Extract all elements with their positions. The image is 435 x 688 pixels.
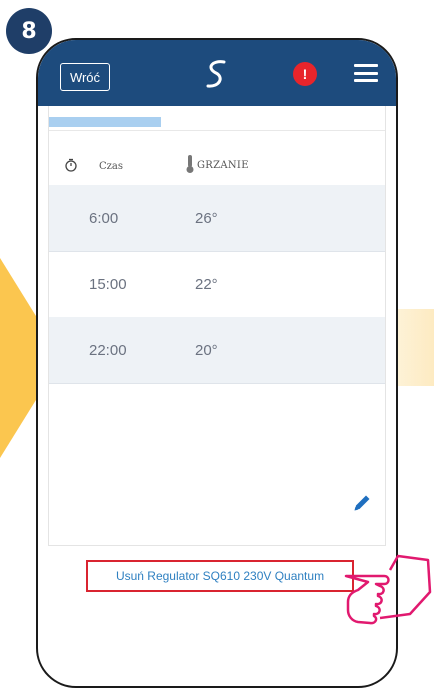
stopwatch-icon (65, 158, 77, 172)
alert-icon[interactable]: ! (293, 62, 317, 86)
remove-device-link[interactable]: Usuń Regulator SQ610 230V Quantum (116, 569, 324, 583)
schedule-row[interactable]: 22:00 20° (49, 317, 385, 384)
edit-pencil-icon[interactable] (351, 492, 373, 514)
column-header-time: Czas (99, 161, 124, 172)
step-badge: 8 (6, 8, 52, 54)
pointing-hand-icon (344, 554, 432, 625)
row-temperature: 22° (195, 275, 218, 293)
row-temperature: 20° (195, 341, 218, 359)
row-time: 6:00 (89, 209, 119, 227)
app-logo-icon (206, 60, 226, 88)
column-header-mode: GRZANIE (197, 160, 249, 171)
back-button[interactable]: Wróć (60, 63, 110, 91)
remove-device-highlight: Usuń Regulator SQ610 230V Quantum (86, 560, 354, 592)
schedule-header: Czas GRZANIE (49, 145, 385, 185)
top-bar: Wróć ! (38, 40, 396, 106)
schedule-row[interactable]: 15:00 22° (49, 251, 385, 318)
row-temperature: 26° (195, 209, 218, 227)
row-time: 15:00 (89, 275, 127, 293)
schedule-card: Czas GRZANIE 6:00 26° 15:00 22° 22:00 20… (48, 106, 386, 546)
thermometer-icon (186, 155, 194, 173)
row-time: 22:00 (89, 341, 127, 359)
hamburger-menu-icon[interactable] (354, 64, 378, 82)
progress-bar (49, 117, 161, 127)
schedule-row[interactable]: 6:00 26° (49, 185, 385, 252)
